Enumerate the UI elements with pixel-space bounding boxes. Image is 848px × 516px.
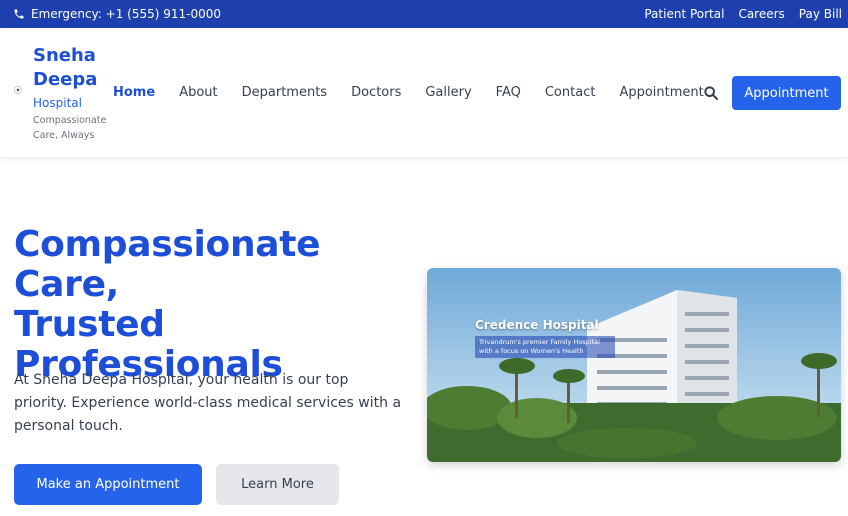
hero-title-line2: Trusted xyxy=(14,304,165,345)
phone-icon xyxy=(14,9,24,19)
main-nav: Home About Departments Doctors Gallery F… xyxy=(113,85,728,100)
appointment-button[interactable]: Appointment xyxy=(732,76,841,110)
nav-faq[interactable]: FAQ xyxy=(496,85,521,100)
nav-gallery[interactable]: Gallery xyxy=(425,85,471,100)
brand-tagline-line1: Compassionate xyxy=(33,115,107,126)
top-bar: Emergency: +1 (555) 911-0000 Patient Por… xyxy=(0,0,848,28)
brand-subtitle: Hospital xyxy=(33,96,82,110)
search-icon[interactable] xyxy=(703,85,719,101)
brand-tagline-line2: Care, Always xyxy=(33,130,95,141)
hospital-image: Credence Hospital Trivandrum's premier F… xyxy=(427,268,841,462)
logo-icon[interactable]: ⦿ xyxy=(14,86,24,96)
patient-portal-link[interactable]: Patient Portal xyxy=(644,7,724,21)
hero-description: At Sneha Deepa Hospital, your health is … xyxy=(14,372,402,434)
nav-departments[interactable]: Departments xyxy=(242,85,327,100)
careers-link[interactable]: Careers xyxy=(738,7,784,21)
nav-contact[interactable]: Contact xyxy=(545,85,596,100)
learn-more-button[interactable]: Learn More xyxy=(216,464,339,505)
brand[interactable]: Sneha Deepa Hospital Compassionate Care,… xyxy=(33,44,113,142)
hero-title: Compassionate Care, Trusted Professional… xyxy=(14,225,434,385)
make-appointment-button[interactable]: Make an Appointment xyxy=(14,464,202,505)
image-caption-title: Credence Hospital xyxy=(475,318,599,332)
nav-about[interactable]: About xyxy=(179,85,217,100)
site-header: ⦿ Sneha Deepa Hospital Compassionate Car… xyxy=(0,28,848,157)
pay-bill-link[interactable]: Pay Bill xyxy=(799,7,842,21)
nav-doctors[interactable]: Doctors xyxy=(351,85,401,100)
hero-title-line1: Compassionate Care, xyxy=(14,224,321,305)
emergency-contact[interactable]: Emergency: +1 (555) 911-0000 xyxy=(13,7,221,21)
brand-name-line1: Sneha xyxy=(33,45,96,66)
nav-home[interactable]: Home xyxy=(113,85,155,100)
nav-appointment[interactable]: Appointment xyxy=(619,85,703,100)
brand-name-line2: Deepa xyxy=(33,69,98,90)
image-caption-subtitle: Trivandrum's premier Family Hospital wit… xyxy=(475,336,615,358)
emergency-text: Emergency: +1 (555) 911-0000 xyxy=(31,7,222,21)
